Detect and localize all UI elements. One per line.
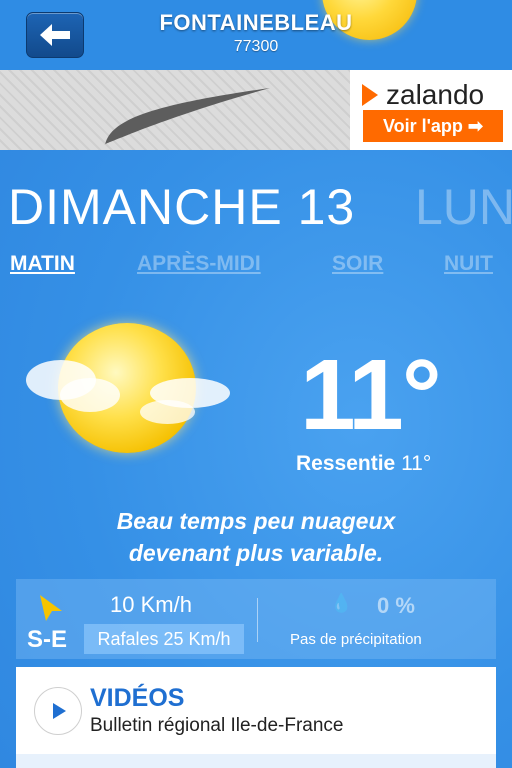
nike-swoosh-icon [104,88,270,145]
description-line-1: Beau temps peu nuageux [116,508,396,534]
zip-code: 77300 [233,38,279,55]
shoe-image [0,70,350,150]
next-day-title[interactable]: LUN [415,178,512,236]
tab-apres-midi[interactable]: APRÈS-MIDI [137,252,261,276]
rain-drops-icon: 💧 [330,593,353,613]
zalando-text: zalando [386,79,485,110]
precip-label: Pas de précipitation [290,631,422,648]
period-tabs: MATIN APRÈS-MIDI SOIR NUIT [0,252,512,282]
feels-like-label: Ressentie [296,452,396,475]
tab-matin[interactable]: MATIN [10,252,75,276]
zalando-logo: zalando [362,79,484,111]
play-button[interactable] [34,687,82,735]
panel-divider [257,598,258,642]
description-line-2: devenant plus variable. [128,540,384,566]
tab-soir[interactable]: SOIR [332,252,383,276]
precip-value: 0 % [377,593,415,618]
voir-app-button[interactable]: Voir l'app ➡ [363,110,503,142]
wind-gusts: Rafales 25 Km/h [84,624,244,654]
city-name: FONTAINEBLEAU [159,10,353,35]
zalando-play-icon [362,84,378,106]
tab-nuit[interactable]: NUIT [444,252,493,276]
wind-direction: S-E [27,626,68,653]
feels-like: Ressentie 11° [296,452,431,476]
feels-like-value: 11° [401,452,432,475]
videos-subtitle: Bulletin régional Ile-de-France [90,715,344,736]
wind-direction-icon [40,595,62,621]
videos-title: VIDÉOS [90,684,185,712]
cloud-icon [140,400,195,424]
play-icon [53,703,66,719]
wind-speed: 10 Km/h [110,592,192,617]
weather-description: Beau temps peu nuageux devenant plus var… [0,505,512,569]
day-title: DIMANCHE 13 [8,179,356,235]
temperature: 11° [300,339,442,451]
card-bottom-strip [16,754,496,768]
cloud-icon [60,378,120,412]
